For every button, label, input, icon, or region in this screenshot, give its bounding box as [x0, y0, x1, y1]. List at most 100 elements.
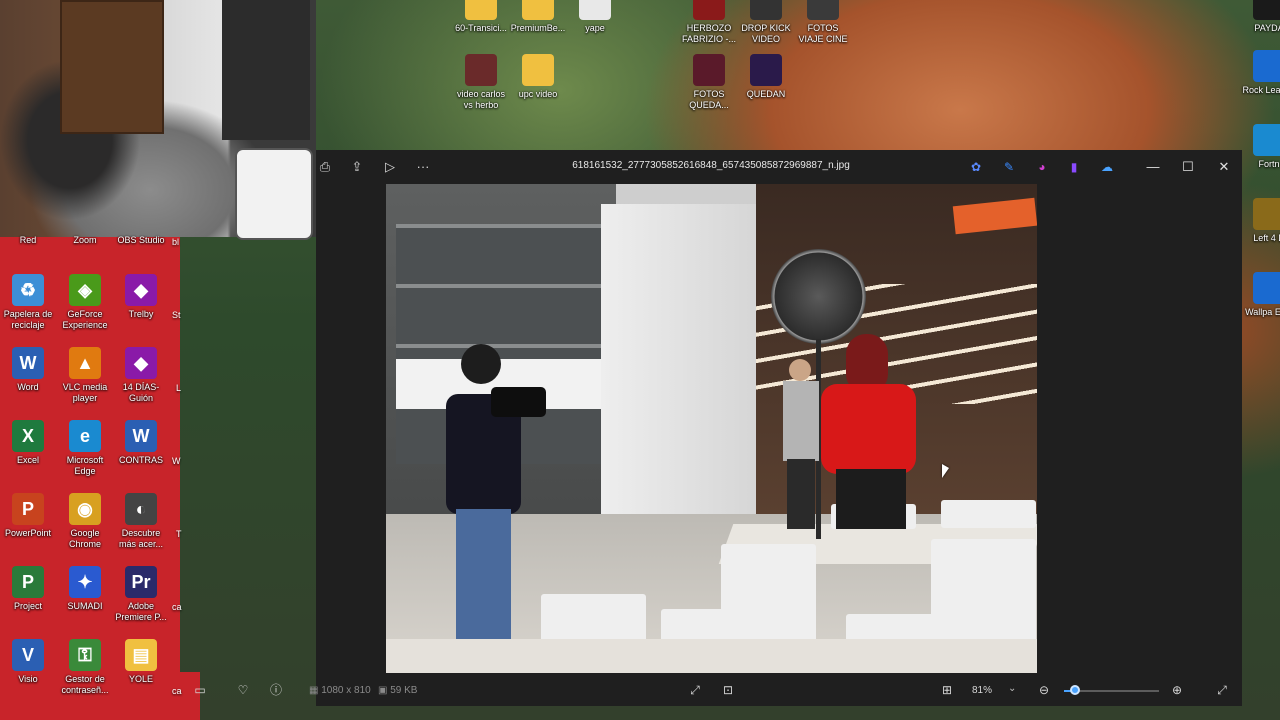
- desktop-icon-label-clipped[interactable]: T: [176, 529, 182, 539]
- desktop-icon-label: Excel: [16, 455, 39, 465]
- desktop-icon-wallpa-engi[interactable]: Wallpa Engi: [1240, 272, 1280, 318]
- title-bar: ⎙ ⇪ ▷ ··· 618161532_2777305852616848_657…: [316, 150, 1242, 184]
- desktop-icon-video-carlos-vs-herbo[interactable]: video carlos vs herbo: [452, 54, 510, 111]
- powerpoint-icon: P: [12, 493, 44, 525]
- desktop-icon-powerpoint[interactable]: P PowerPoint: [0, 493, 57, 539]
- desktop-icon-label-clipped[interactable]: L: [176, 383, 181, 393]
- desktop-icon-premiumbe[interactable]: PremiumBe...: [509, 0, 567, 34]
- desktop-icon-label: FOTOS VIAJE CINE: [798, 23, 848, 44]
- zoom-value[interactable]: 81%: [972, 685, 992, 696]
- drop-kick-video-icon: [750, 0, 782, 20]
- close-button[interactable]: ✕: [1209, 156, 1239, 178]
- photo-person-red: [816, 334, 916, 534]
- desktop-icon-label: Papelera de reciclaje: [3, 309, 53, 330]
- desktop-icon-label: 14 DÍAS- Guión: [122, 382, 160, 403]
- premiumbe-icon: [522, 0, 554, 20]
- desktop-icon-label: QUEDAN: [746, 89, 786, 99]
- desktop-icon-label-clipped[interactable]: St: [172, 310, 181, 320]
- edit-icon[interactable]: ✎: [1001, 159, 1017, 175]
- desktop-icon-adobe-premiere-p[interactable]: Pr Adobe Premiere P...: [112, 566, 170, 623]
- desktop-icon-fortn[interactable]: Fortn: [1240, 124, 1280, 170]
- photo-person-body: [821, 384, 916, 474]
- minimize-button[interactable]: —: [1138, 156, 1168, 178]
- desktop-icon-google-chrome[interactable]: ◉ Google Chrome: [56, 493, 114, 550]
- desktop-icon-label-clipped[interactable]: ca: [172, 602, 182, 612]
- chevron-down-icon[interactable]: ⌄: [1008, 683, 1016, 694]
- zoom-in-icon[interactable]: ⊕: [1168, 681, 1186, 699]
- onedrive-icon[interactable]: ☁: [1099, 159, 1115, 175]
- visual-search-icon[interactable]: ⊡: [719, 681, 737, 699]
- photo-canvas[interactable]: [386, 184, 1037, 673]
- desktop-icon-14-d-as-gui-n[interactable]: ◆ 14 DÍAS- Guión: [112, 347, 170, 404]
- fotos-viaje-cine-icon: [807, 0, 839, 20]
- desktop-icon-label: FOTOS QUEDA...: [689, 89, 729, 110]
- desktop-icon-trelby[interactable]: ◆ Trelby: [112, 274, 170, 320]
- desktop-icon-zoom[interactable]: Zoom: [56, 200, 114, 246]
- zoom-slider-thumb[interactable]: [1070, 685, 1081, 695]
- excel-icon: X: [12, 420, 44, 452]
- desktop-icon-gestor-de-contrase[interactable]: ⚿ Gestor de contraseñ...: [56, 639, 114, 696]
- filmstrip-icon[interactable]: ▭: [191, 681, 209, 699]
- desktop-icon-contras[interactable]: W CONTRAS: [112, 420, 170, 466]
- desktop-icon-visio[interactable]: V Visio: [0, 639, 57, 685]
- crop-icon[interactable]: ⤢: [686, 681, 704, 699]
- desktop-icon-label: PremiumBe...: [510, 23, 566, 33]
- desktop-icon-microsoft-edge[interactable]: e Microsoft Edge: [56, 420, 114, 477]
- maximize-button[interactable]: ☐: [1173, 156, 1203, 178]
- desktop-icon-yape[interactable]: yape: [566, 0, 624, 34]
- zoom-out-icon[interactable]: ⊖: [1035, 681, 1053, 699]
- dimensions-value: 1080 x 810: [321, 685, 371, 696]
- trelby-icon: ◆: [125, 274, 157, 306]
- desktop-icon-yole[interactable]: ▤ YOLE: [112, 639, 170, 685]
- fortn-icon: [1253, 124, 1280, 156]
- desktop-icon-left-4-d[interactable]: Left 4 D: [1240, 198, 1280, 244]
- photo-person-head: [789, 359, 811, 381]
- clipchamp-icon[interactable]: ▮: [1066, 159, 1082, 175]
- desktop-icon-fotos-viaje-cine[interactable]: FOTOS VIAJE CINE: [794, 0, 852, 45]
- 14-d-as-gui-n-icon: ◆: [125, 347, 157, 379]
- desktop-icon-rock-league[interactable]: Rock League: [1240, 50, 1280, 96]
- desktop-icon-label-clipped[interactable]: W: [172, 456, 181, 466]
- desktop-icon-payda[interactable]: PAYDA: [1240, 0, 1280, 34]
- desktop-icon-vlc-media-player[interactable]: ▲ VLC media player: [56, 347, 114, 404]
- favorite-icon[interactable]: ♡: [234, 681, 252, 699]
- desktop-icon-60-transici[interactable]: 60-Transici...: [452, 0, 510, 34]
- print-icon[interactable]: ⎙: [316, 158, 334, 176]
- paint-icon[interactable]: ◕: [1034, 159, 1050, 175]
- share-icon[interactable]: ⇪: [348, 158, 366, 176]
- desktop-icon-quedan[interactable]: QUEDAN: [737, 54, 795, 100]
- herbozo-fabrizio-icon: [693, 0, 725, 20]
- desktop-icon-label: Word: [17, 382, 39, 392]
- desktop-icon-label: Visio: [18, 674, 38, 684]
- microsoft-edge-icon: e: [69, 420, 101, 452]
- google-chrome-icon: ◉: [69, 493, 101, 525]
- desktop-icon-project[interactable]: P Project: [0, 566, 57, 612]
- fit-to-window-icon[interactable]: ⊞: [938, 681, 956, 699]
- desktop-icon-descubre-m-s-acer[interactable]: ◐ Descubre más acer...: [112, 493, 170, 550]
- desktop-icon-drop-kick-video[interactable]: DROP KICK VIDEO: [737, 0, 795, 45]
- desktop-icon-label: GeForce Experience: [62, 309, 108, 330]
- desktop-icon-herbozo-fabrizio[interactable]: HERBOZO FABRIZIO -...: [680, 0, 738, 45]
- desktop-icon-obs-studio[interactable]: OBS Studio: [112, 200, 170, 246]
- desktop-icon-label: Adobe Premiere P...: [115, 601, 167, 622]
- desktop-icon-word[interactable]: W Word: [0, 347, 57, 393]
- desktop-icon-papelera-de-reciclaje[interactable]: ♻ Papelera de reciclaje: [0, 274, 57, 331]
- desktop-icon-label: video carlos vs herbo: [456, 89, 506, 110]
- info-icon[interactable]: ⓘ: [267, 681, 285, 699]
- fullscreen-icon[interactable]: ⤢: [1213, 681, 1231, 699]
- desktop-icon-fotos-queda[interactable]: FOTOS QUEDA...: [680, 54, 738, 111]
- desktop-icon-excel[interactable]: X Excel: [0, 420, 57, 466]
- desktop-icon-red[interactable]: Red: [0, 200, 57, 246]
- desktop-icon-label: Wallpa Engi: [1245, 307, 1280, 317]
- more-icon[interactable]: ···: [414, 158, 432, 176]
- slideshow-icon[interactable]: ▷: [381, 158, 399, 176]
- desktop-icon-label-clipped[interactable]: bl: [172, 237, 179, 247]
- copilot-icon[interactable]: ✿: [968, 159, 984, 175]
- upc-video-icon: [522, 54, 554, 86]
- desktop-icon-geforce-experience[interactable]: ◈ GeForce Experience: [56, 274, 114, 331]
- desktop-icon-label-clipped[interactable]: ca: [172, 686, 182, 696]
- desktop-icon-sumadi[interactable]: ✦ SUMADI: [56, 566, 114, 612]
- mouse-cursor: [942, 464, 949, 478]
- desktop-icon-upc-video[interactable]: upc video: [509, 54, 567, 100]
- wallpa-engi-icon: [1253, 272, 1280, 304]
